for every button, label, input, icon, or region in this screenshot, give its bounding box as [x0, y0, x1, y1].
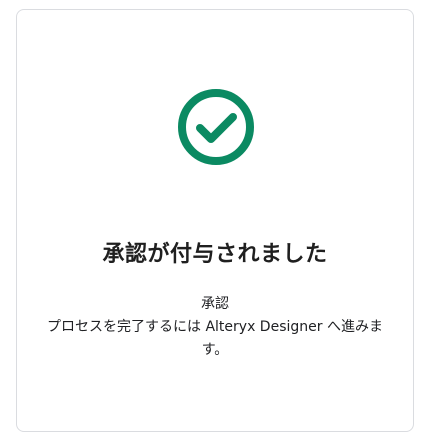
dialog-message-line-1: プロセスを完了するには Alteryx Designer へ進みま [47, 319, 383, 335]
dialog-message: 承認 プロセスを完了するには Alteryx Designer へ進みま す。 [25, 293, 405, 362]
dialog-subtitle: 承認 [201, 296, 229, 312]
check-circle-icon [176, 87, 256, 167]
dialog-message-line-2: す。 [201, 342, 229, 358]
dialog-title: 承認が付与されました [102, 242, 328, 267]
approval-granted-card: 承認が付与されました 承認 プロセスを完了するには Alteryx Design… [16, 9, 414, 432]
